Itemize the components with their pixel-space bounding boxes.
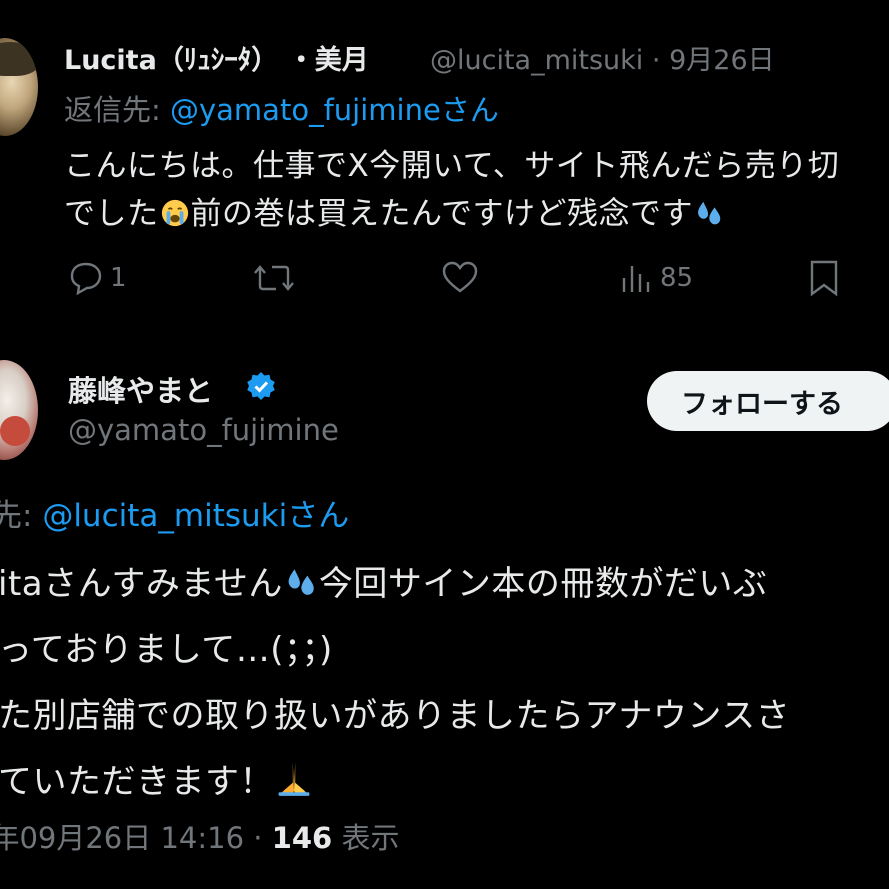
analytics-icon	[622, 266, 650, 292]
tweet-text-line: ていただきます！	[0, 754, 314, 803]
tweet-text-line: でした 前の巻は買えたんですけど残念です	[64, 188, 725, 233]
author-handle[interactable]: @yamato_fujimine	[68, 413, 339, 447]
avatar[interactable]	[0, 38, 38, 136]
tweet-text-fragment: itaさんすみません	[0, 564, 283, 604]
sweat-droplets-icon	[288, 569, 314, 595]
replying-prefix: 信先:	[0, 498, 33, 534]
replying-to: 信先: @lucita_mitsukiさん	[0, 490, 349, 535]
meta-separator: ·	[651, 45, 661, 76]
post-timestamp[interactable]: 5年09月26日 14:16	[0, 821, 244, 855]
retweet-button[interactable]	[252, 258, 300, 298]
replying-mention-link[interactable]: @lucita_mitsukiさん	[42, 498, 349, 534]
author-name[interactable]: 藤峰やまと	[68, 368, 213, 410]
author-handle[interactable]: @lucita_mitsuki	[430, 45, 643, 76]
tweet-text-line: こんにちは。仕事でX今開いて、サイト飛んだら売り切	[64, 148, 840, 184]
replying-mention-link[interactable]: @yamato_fujimineさん	[170, 93, 499, 127]
post-date[interactable]: 9月26日	[669, 45, 775, 76]
author-name[interactable]: Lucita（ﾘｭｼｰﾀ） ・美月	[64, 38, 369, 77]
replying-prefix: 返信先:	[64, 93, 170, 127]
mention-handle: @lucita_mitsuki	[42, 498, 288, 534]
verified-badge-icon	[247, 372, 275, 400]
avatar-accent	[0, 416, 30, 446]
replying-to: 返信先: @yamato_fujimineさん	[64, 87, 499, 129]
tweet-text-fragment: ていただきます！	[0, 762, 274, 802]
tweet-text-fragment: でした	[64, 196, 159, 232]
tweet-footer: 5年09月26日 14:16 · 146 表示	[0, 815, 399, 857]
tweet-text-line: itaさんすみません 今回サイン本の冊数がだいぶ	[0, 556, 767, 605]
views-count: 85	[660, 263, 694, 293]
like-button[interactable]	[440, 258, 484, 298]
author-meta: @lucita_mitsuki · 9月26日	[430, 38, 775, 77]
crying-face-icon	[161, 199, 188, 227]
bookmark-icon	[810, 260, 838, 297]
tweet-text-line: た別店舗での取り扱いがありましたらアナウンスさ	[0, 696, 791, 736]
folded-hands-icon	[278, 762, 310, 796]
bookmark-button[interactable]	[806, 258, 842, 298]
reply-count: 1	[110, 263, 127, 293]
retweet-icon	[254, 265, 294, 291]
tweet-text-fragment: 今回サイン本の冊数がだいぶ	[318, 564, 768, 604]
tweet-text-fragment: 前の巻は買えたんですけど残念です	[190, 196, 693, 232]
mention-handle: @yamato_fujimine	[170, 93, 441, 127]
views-total: 146	[271, 821, 333, 855]
tweet-text-line: っておりまして…(；；)	[0, 630, 333, 670]
heart-icon	[442, 261, 478, 293]
avatar-hair	[0, 42, 38, 76]
meta-separator: ·	[253, 821, 263, 855]
views-button[interactable]: 85	[620, 258, 693, 298]
reply-icon	[70, 262, 102, 296]
views-label: 表示	[341, 821, 400, 855]
follow-button[interactable]: フォローする	[647, 371, 889, 431]
avatar[interactable]	[0, 360, 38, 460]
mention-suffix: さん	[287, 498, 350, 534]
mention-suffix: さん	[440, 93, 499, 127]
sweat-droplets-icon	[698, 201, 721, 225]
reply-button[interactable]: 1	[66, 258, 127, 298]
